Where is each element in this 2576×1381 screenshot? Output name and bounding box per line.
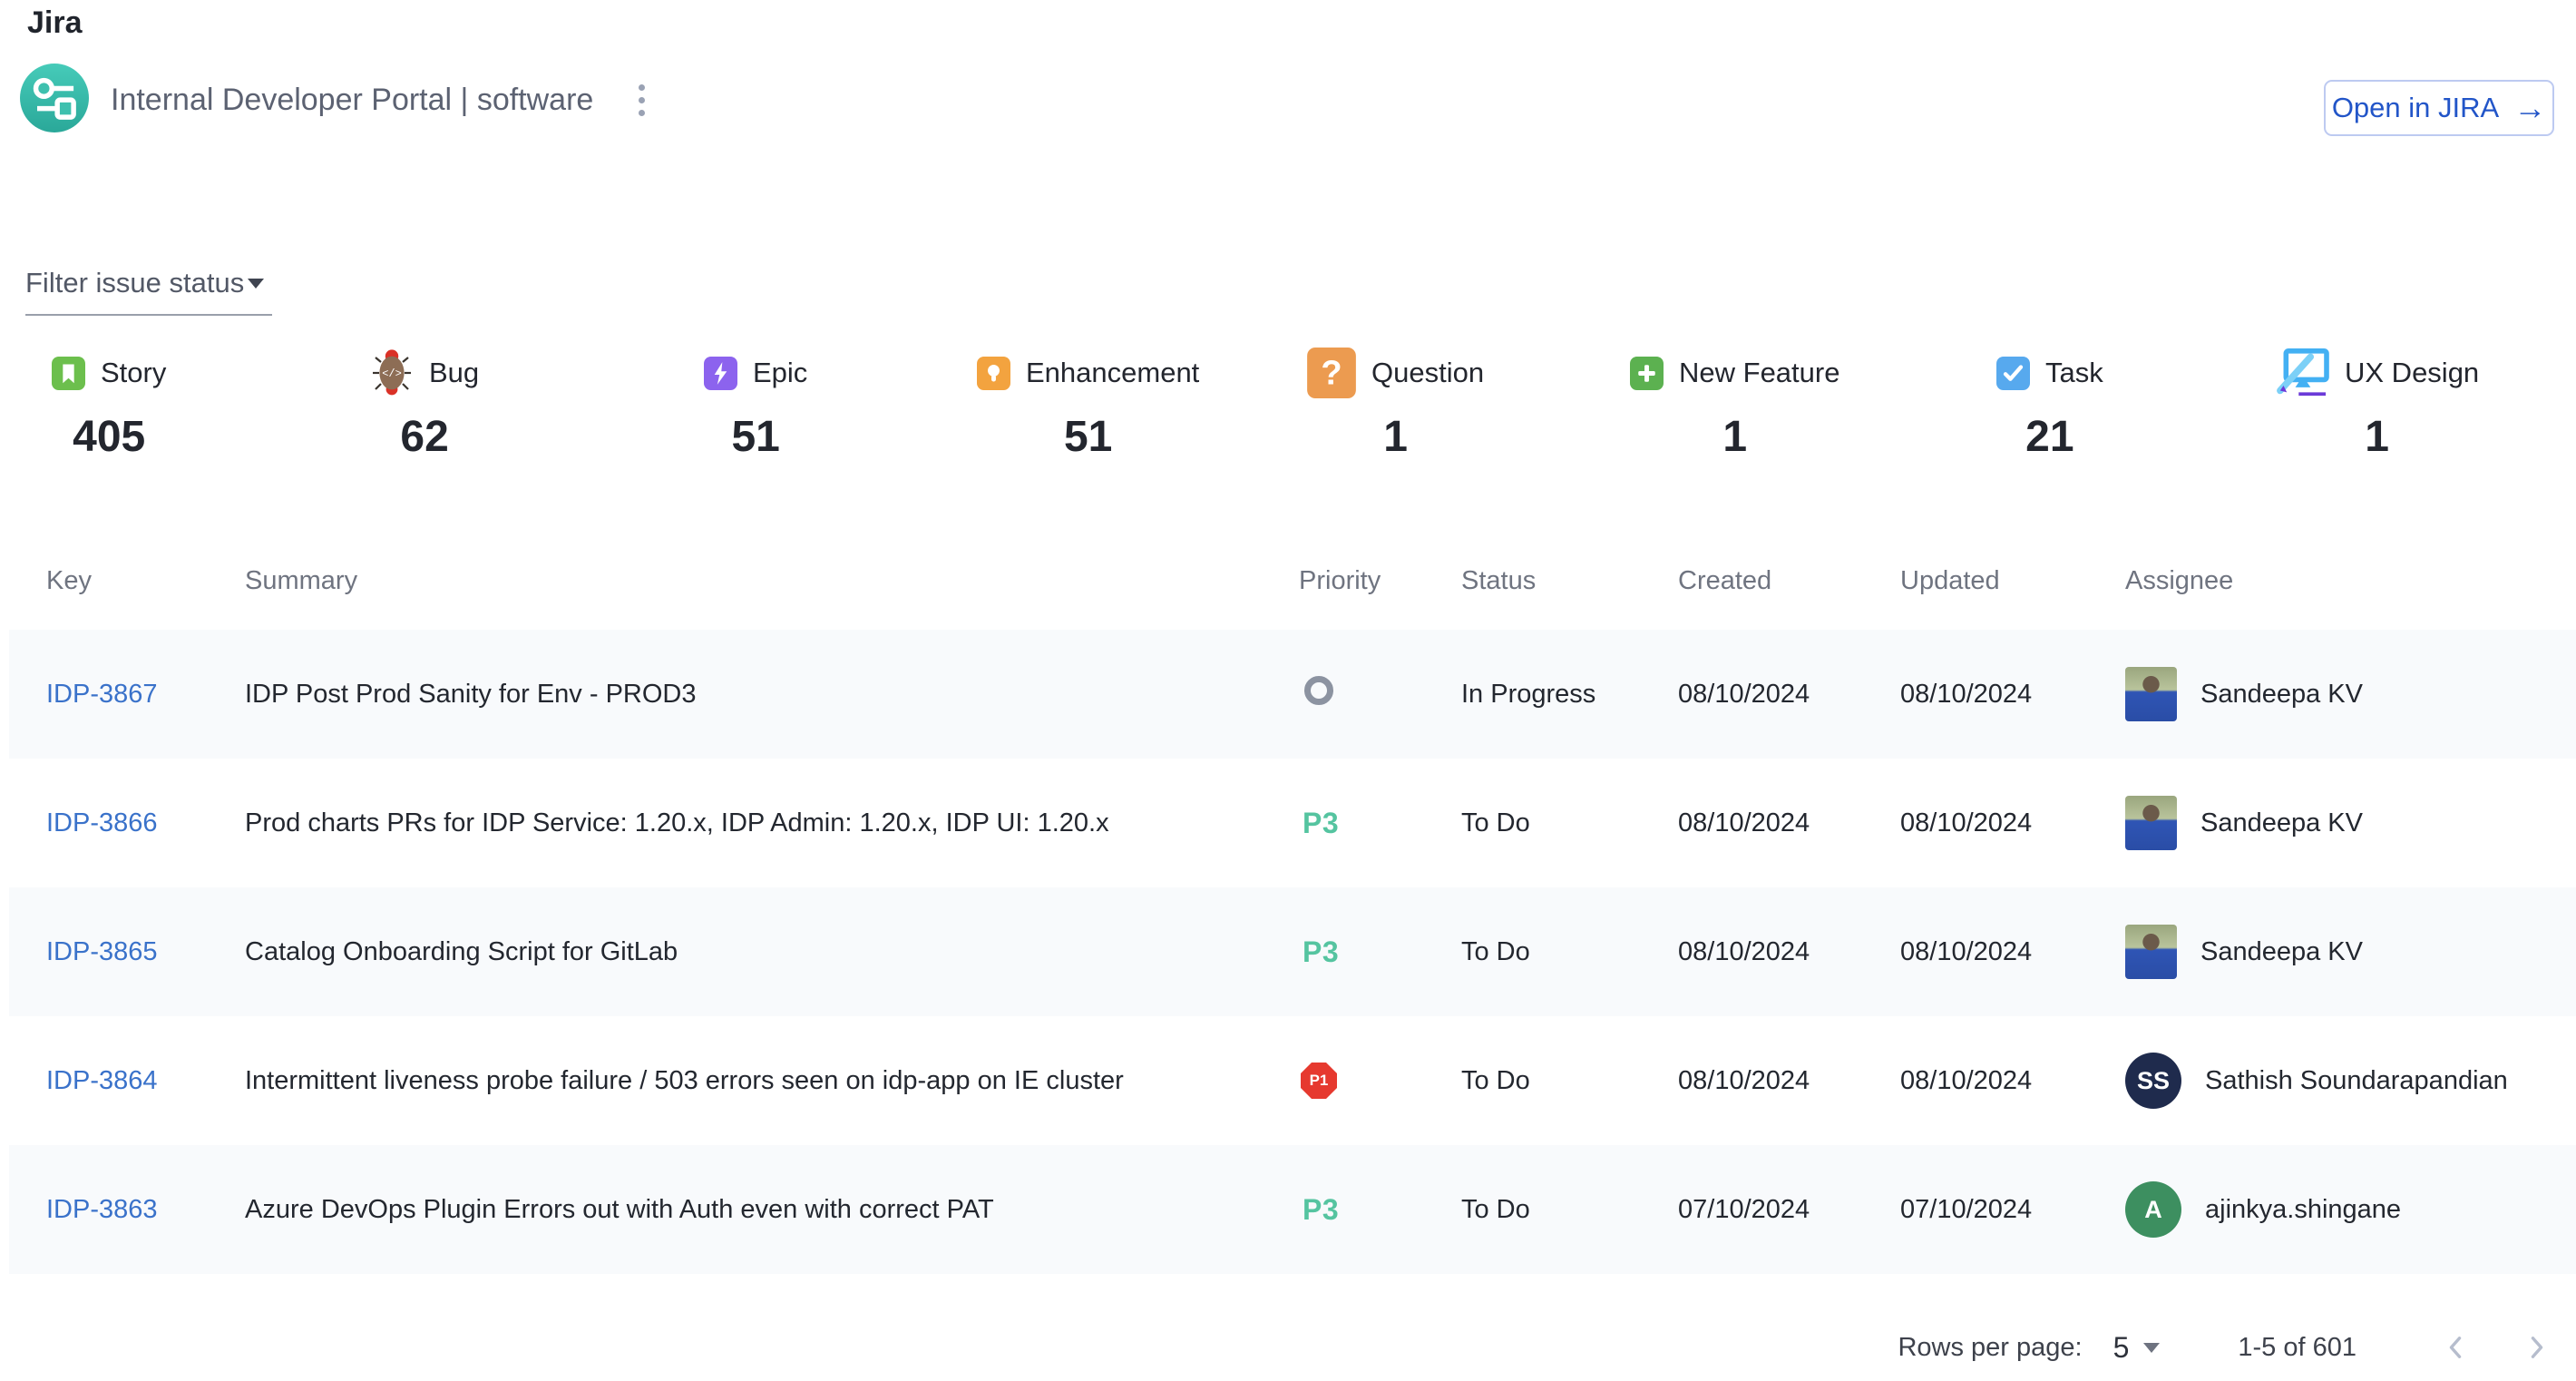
kebab-menu-icon[interactable] [631, 77, 652, 123]
column-header-updated: Updated [1900, 566, 2125, 596]
chevron-down-icon [248, 279, 264, 289]
page-title: Jira [27, 5, 83, 41]
column-header-created: Created [1678, 566, 1900, 596]
new-feature-icon [1630, 357, 1664, 390]
assignee-name: ajinkya.shingane [2205, 1195, 2401, 1225]
enhancement-count: 51 [1064, 412, 1112, 462]
counter-new-feature: New Feature 1 [1630, 345, 1839, 462]
issue-created: 08/10/2024 [1678, 1066, 1900, 1096]
avatar [2125, 796, 2177, 850]
ux-design-count: 1 [2365, 412, 2389, 462]
issue-updated: 07/10/2024 [1900, 1195, 2125, 1225]
rows-per-page-label: Rows per page: [1898, 1333, 2082, 1363]
counter-ux-design: UX Design 1 [2275, 345, 2479, 462]
bug-icon: </> [370, 348, 414, 398]
bug-count: 62 [400, 412, 448, 462]
project-header: Internal Developer Portal | software [20, 64, 652, 137]
issue-updated: 08/10/2024 [1900, 808, 2125, 838]
table-row: IDP-3865 Catalog Onboarding Script for G… [9, 887, 2576, 1016]
column-header-priority: Priority [1299, 566, 1461, 596]
project-name: Internal Developer Portal | software [111, 83, 593, 118]
priority-p3-icon: P3 [1303, 807, 1339, 839]
column-header-status: Status [1461, 566, 1678, 596]
priority-p3-icon: P3 [1303, 935, 1339, 968]
counter-bug: </> Bug 62 [370, 345, 479, 462]
table-row: IDP-3866 Prod charts PRs for IDP Service… [9, 759, 2576, 887]
issue-type-counters: Story 405 </> [0, 345, 2576, 490]
priority-p3-icon: P3 [1303, 1193, 1339, 1226]
column-header-assignee: Assignee [2125, 566, 2576, 596]
ux-design-icon [2275, 348, 2329, 397]
counter-task: Task 21 [1996, 345, 2103, 462]
filter-issue-status-select[interactable]: Filter issue status [25, 267, 272, 316]
issue-created: 08/10/2024 [1678, 808, 1900, 838]
priority-p1-icon: P1 [1301, 1063, 1337, 1099]
issue-updated: 08/10/2024 [1900, 937, 2125, 967]
issue-summary: Prod charts PRs for IDP Service: 1.20.x,… [245, 808, 1299, 838]
question-count: 1 [1383, 412, 1408, 462]
svg-text:</>: </> [382, 367, 402, 380]
priority-none-icon [1304, 676, 1333, 705]
issue-status: To Do [1461, 1195, 1678, 1225]
counter-question: ? Question 1 [1307, 345, 1484, 462]
assignee-name: Sandeepa KV [2200, 808, 2363, 838]
issue-key-link[interactable]: IDP-3867 [46, 680, 158, 709]
enhancement-icon [977, 357, 1010, 390]
table-row: IDP-3863 Azure DevOps Plugin Errors out … [9, 1145, 2576, 1274]
story-icon [52, 357, 85, 390]
issue-status: To Do [1461, 808, 1678, 838]
table-row: IDP-3864 Intermittent liveness probe fai… [9, 1016, 2576, 1145]
pagination-range: 1-5 of 601 [2238, 1333, 2356, 1363]
issue-summary: IDP Post Prod Sanity for Env - PROD3 [245, 680, 1299, 710]
pagination-bar: Rows per page: 5 1-5 of 601 [1898, 1317, 2552, 1377]
issue-status: In Progress [1461, 680, 1678, 710]
jira-project-logo-icon [20, 64, 89, 137]
open-in-jira-button[interactable]: Open in JIRA → [2324, 80, 2554, 136]
issue-updated: 08/10/2024 [1900, 1066, 2125, 1096]
avatar-initials: A [2125, 1181, 2181, 1238]
table-row: IDP-3867 IDP Post Prod Sanity for Env - … [9, 630, 2576, 759]
issue-summary: Azure DevOps Plugin Errors out with Auth… [245, 1195, 1299, 1225]
avatar [2125, 667, 2177, 721]
epic-count: 51 [731, 412, 779, 462]
column-header-summary: Summary [245, 566, 1299, 596]
rows-per-page-select[interactable]: 5 [2113, 1331, 2161, 1365]
table-header-row: Key Summary Priority Status Created Upda… [9, 555, 2576, 606]
column-header-key: Key [46, 566, 245, 596]
previous-page-button[interactable] [2440, 1332, 2471, 1363]
chevron-down-icon [2143, 1343, 2160, 1353]
issue-status: To Do [1461, 937, 1678, 967]
counter-epic: Epic 51 [704, 345, 807, 462]
issue-key-link[interactable]: IDP-3866 [46, 808, 158, 837]
counter-enhancement: Enhancement 51 [977, 345, 1199, 462]
issue-created: 08/10/2024 [1678, 937, 1900, 967]
issue-summary: Intermittent liveness probe failure / 50… [245, 1066, 1299, 1096]
issue-created: 08/10/2024 [1678, 680, 1900, 710]
avatar [2125, 925, 2177, 979]
issue-status: To Do [1461, 1066, 1678, 1096]
jira-plugin-card: Jira Internal Developer Portal | softwar… [0, 0, 2576, 1381]
new-feature-count: 1 [1722, 412, 1747, 462]
avatar-initials: SS [2125, 1053, 2181, 1109]
counter-story: Story 405 [52, 345, 166, 462]
arrow-right-icon: → [2513, 92, 2546, 124]
task-icon [1996, 357, 2030, 390]
story-count: 405 [73, 412, 145, 462]
issue-updated: 08/10/2024 [1900, 680, 2125, 710]
task-count: 21 [2025, 412, 2073, 462]
issue-created: 07/10/2024 [1678, 1195, 1900, 1225]
svg-text:?: ? [1321, 354, 1342, 392]
issue-key-link[interactable]: IDP-3865 [46, 937, 158, 966]
question-icon: ? [1307, 348, 1356, 398]
assignee-name: Sandeepa KV [2200, 937, 2363, 967]
assignee-name: Sandeepa KV [2200, 680, 2363, 710]
next-page-button[interactable] [2522, 1332, 2552, 1363]
issues-table: Key Summary Priority Status Created Upda… [9, 555, 2576, 1274]
issue-key-link[interactable]: IDP-3864 [46, 1066, 158, 1095]
epic-icon [704, 357, 737, 390]
issue-summary: Catalog Onboarding Script for GitLab [245, 937, 1299, 967]
assignee-name: Sathish Soundarapandian [2205, 1066, 2508, 1096]
issue-key-link[interactable]: IDP-3863 [46, 1195, 158, 1224]
